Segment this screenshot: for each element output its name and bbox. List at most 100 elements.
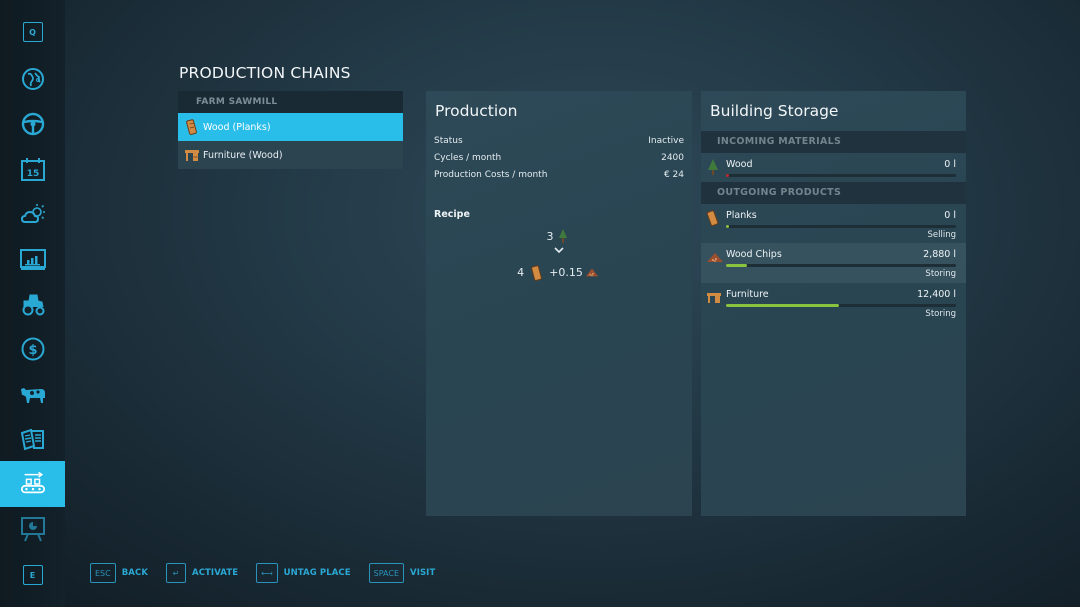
incoming-materials-header: INCOMING MATERIALS <box>701 131 966 153</box>
storage-row-furniture: Furniture 12,400 l Storing <box>701 283 966 323</box>
page-title: PRODUCTION CHAINS <box>179 64 351 82</box>
presentation-icon <box>20 517 45 542</box>
storage-item-name: Furniture <box>726 289 769 300</box>
costs-row: Production Costs / month € 24 <box>434 170 684 180</box>
sidebar-item-steering[interactable] <box>0 102 65 146</box>
q-key-icon: Q <box>22 22 43 42</box>
furniture-icon <box>706 289 722 305</box>
outgoing-products-header: OUTGOING PRODUCTS <box>701 182 966 204</box>
storage-fill <box>726 304 839 307</box>
untag-place-label: UNTAG PLACE <box>283 568 351 578</box>
documents-icon <box>20 428 44 451</box>
back-label: BACK <box>121 568 149 578</box>
storage-item-name: Wood <box>726 159 753 170</box>
sidebar-item-finances[interactable]: $ <box>0 327 65 371</box>
storage-row-wood: Wood 0 l <box>701 153 966 181</box>
sidebar-item-calendar[interactable]: 15 <box>0 147 65 191</box>
sidebar-item-weather[interactable] <box>0 192 65 236</box>
weather-icon <box>20 204 45 223</box>
storage-item-amount: 2,880 l <box>923 249 956 260</box>
untag-place-button[interactable]: ⟻ UNTAG PLACE <box>256 563 351 583</box>
planks-icon <box>706 210 722 227</box>
storage-row-planks: Planks 0 l Selling <box>701 204 966 243</box>
svg-text:$: $ <box>28 343 37 358</box>
costs-label: Production Costs / month <box>434 170 548 180</box>
sidebar-item-vehicles[interactable] <box>0 282 65 326</box>
storage-fill-bar <box>726 304 956 307</box>
tractor-icon <box>22 294 44 316</box>
storage-fill-bar <box>726 174 956 177</box>
storage-item-amount: 12,400 l <box>917 289 956 300</box>
dollar-icon: $ <box>21 337 44 361</box>
recipe-byproduct-amount: +0.15 <box>549 265 583 279</box>
recipe-label: Recipe <box>434 209 470 220</box>
sidebar-item-map[interactable] <box>0 57 65 101</box>
cycles-label: Cycles / month <box>434 153 502 163</box>
e-key-icon: E <box>22 565 43 585</box>
back-button[interactable]: ESC BACK <box>90 563 148 583</box>
storage-item-amount: 0 l <box>944 210 956 221</box>
storage-fill <box>726 174 729 177</box>
wood-chips-icon <box>585 265 599 279</box>
cycles-value: 2400 <box>661 153 684 163</box>
sidebar-key-e[interactable]: E <box>0 553 65 597</box>
recipe-input: 3 <box>426 229 692 243</box>
conveyor-icon <box>20 471 45 494</box>
space-key-icon: SPACE <box>368 563 405 583</box>
production-panel: Production Status Inactive Cycles / mont… <box>426 91 692 516</box>
storage-item-name: Planks <box>726 210 757 221</box>
storage-item-amount: 0 l <box>944 159 956 170</box>
chart-icon <box>19 249 46 270</box>
tree-icon <box>556 229 570 243</box>
calendar-icon: 15 <box>20 158 45 181</box>
chain-item-furniture-wood[interactable]: Furniture (Wood) <box>178 141 403 169</box>
enter-key-icon: ↵ <box>166 563 187 583</box>
status-value: Inactive <box>648 136 684 146</box>
globe-map-icon <box>21 68 44 90</box>
storage-item-name: Wood Chips <box>726 249 782 260</box>
sidebar: Q 15 $ E <box>0 0 65 607</box>
sidebar-item-help[interactable] <box>0 507 65 551</box>
svg-text:15: 15 <box>26 169 39 179</box>
building-storage-panel: Building Storage INCOMING MATERIALS Wood… <box>701 91 966 516</box>
storage-title: Building Storage <box>710 102 839 120</box>
cycles-row: Cycles / month 2400 <box>434 153 684 163</box>
recipe-output: 4 +0.15 <box>426 265 692 281</box>
storage-mode[interactable]: Storing <box>925 309 956 319</box>
visit-label: VISIT <box>410 568 436 578</box>
sidebar-item-contracts[interactable] <box>0 417 65 461</box>
sidebar-item-production[interactable] <box>0 461 65 507</box>
chain-item-label: Wood (Planks) <box>203 121 271 133</box>
storage-fill <box>726 264 747 267</box>
backspace-key-icon: ⟻ <box>256 563 278 583</box>
activate-label: ACTIVATE <box>192 568 239 578</box>
recipe-input-amount: 3 <box>546 229 554 243</box>
storage-fill <box>726 225 729 228</box>
costs-value: € 24 <box>663 170 684 180</box>
planks-icon <box>530 265 544 281</box>
wood-chips-icon <box>706 249 723 265</box>
planks-icon <box>184 119 200 135</box>
chain-item-label: Furniture (Wood) <box>203 149 283 161</box>
chain-item-wood-planks[interactable]: Wood (Planks) <box>178 113 403 141</box>
sidebar-item-animals[interactable] <box>0 372 65 416</box>
sidebar-key-q[interactable]: Q <box>0 10 65 54</box>
tree-icon <box>706 159 722 175</box>
production-chains-list: FARM SAWMILL Wood (Planks) Furniture (Wo… <box>178 91 403 169</box>
footer-actions: ESC BACK ↵ ACTIVATE ⟻ UNTAG PLACE SPACE … <box>90 563 453 583</box>
recipe-output-amount: 4 <box>517 265 525 279</box>
sidebar-item-prices[interactable] <box>0 237 65 281</box>
chains-group-header: FARM SAWMILL <box>178 91 403 113</box>
production-title: Production <box>435 102 518 120</box>
storage-mode[interactable]: Storing <box>925 269 956 279</box>
steering-wheel-icon <box>21 112 44 136</box>
esc-key-icon: ESC <box>90 563 116 583</box>
status-row: Status Inactive <box>434 136 684 146</box>
cow-icon <box>20 388 45 403</box>
chevron-down-icon <box>554 247 564 254</box>
storage-fill-bar <box>726 264 956 267</box>
recipe-arrow <box>426 246 692 254</box>
activate-button[interactable]: ↵ ACTIVATE <box>166 563 238 583</box>
visit-button[interactable]: SPACE VISIT <box>368 563 436 583</box>
storage-mode[interactable]: Selling <box>928 230 957 240</box>
